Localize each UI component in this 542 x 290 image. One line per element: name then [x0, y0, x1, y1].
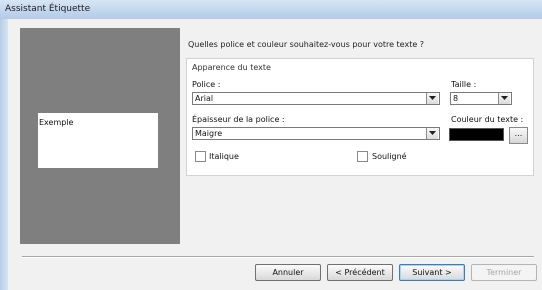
weight-label: Épaisseur de la police : [192, 115, 285, 124]
text-color-swatch[interactable] [449, 128, 504, 141]
color-label: Couleur du texte : [451, 115, 524, 124]
font-value: Arial [195, 94, 214, 103]
group-title: Apparence du texte [192, 63, 271, 72]
italic-label: Italique [209, 152, 239, 161]
window-title: Assistant Étiquette [5, 4, 91, 14]
color-picker-button[interactable]: ... [509, 127, 528, 144]
size-label: Taille : [451, 80, 477, 89]
weight-combobox[interactable]: Maigre [192, 127, 440, 140]
preview-sample-text: Exemple [39, 118, 74, 127]
cancel-button[interactable]: Annuler [255, 264, 321, 281]
weight-dropdown-button[interactable] [426, 128, 438, 139]
footer-separator [22, 256, 534, 258]
title-bar[interactable]: Assistant Étiquette [0, 0, 542, 20]
underline-label: Souligné [372, 152, 407, 161]
weight-value: Maigre [195, 129, 223, 138]
previous-button[interactable]: < Précédent [327, 264, 393, 281]
question-text: Quelles police et couleur souhaitez-vous… [188, 40, 425, 49]
chevron-down-icon [429, 131, 436, 135]
size-combobox[interactable]: 8 [450, 92, 512, 105]
font-label: Police : [192, 80, 221, 89]
underline-checkbox[interactable] [357, 151, 368, 162]
window-frame [0, 19, 8, 290]
finish-button[interactable]: Terminer [471, 264, 537, 281]
font-dropdown-button[interactable] [426, 93, 438, 104]
chevron-down-icon [501, 96, 508, 100]
label-wizard-window: Assistant Étiquette Exemple Quelles poli… [0, 0, 542, 290]
italic-checkbox[interactable] [195, 151, 206, 162]
next-button[interactable]: Suivant > [399, 264, 465, 281]
chevron-down-icon [429, 96, 436, 100]
size-value: 8 [453, 94, 459, 103]
size-dropdown-button[interactable] [498, 93, 510, 104]
font-combobox[interactable]: Arial [192, 92, 440, 105]
